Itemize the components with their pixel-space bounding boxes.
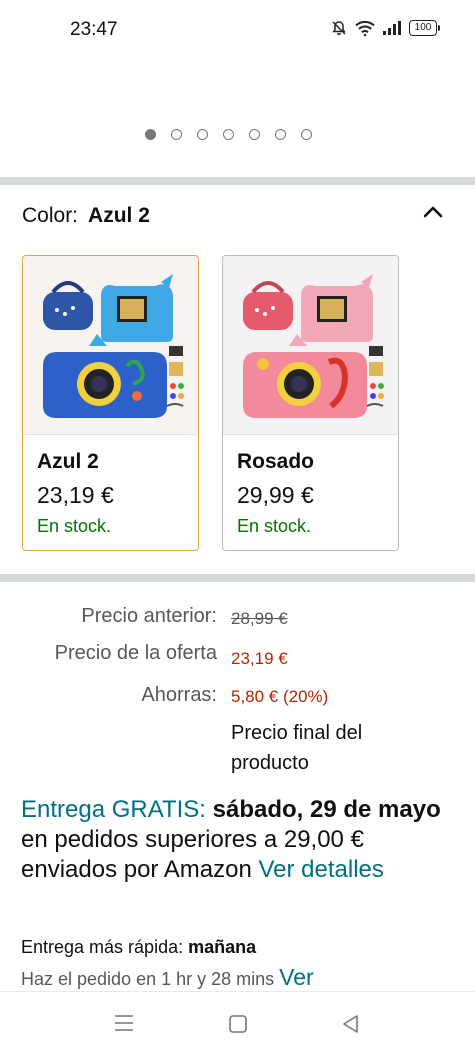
home-icon[interactable] [228, 1014, 248, 1039]
product-image-pink [223, 256, 398, 434]
order-by-text: Haz el pedido en 1 hr y 28 mins [21, 969, 275, 989]
variant-stock-status: En stock. [237, 516, 312, 536]
fast-delivery-value: mañana [188, 937, 257, 957]
color-selected-value: Azul 2 [88, 204, 150, 227]
offer-price-label: Precio de la oferta [54, 642, 217, 664]
delivery-date: sábado, 29 de mayo [212, 796, 441, 823]
section-divider [0, 177, 475, 185]
menu-icon[interactable] [114, 1014, 134, 1037]
final-price-note: Precio final del producto [231, 722, 363, 774]
carousel-dot[interactable] [249, 129, 260, 140]
back-icon[interactable] [341, 1014, 361, 1039]
variant-price: 23,19 € [37, 482, 114, 508]
order-by-message: Haz el pedido en 1 hr y 28 mins Ver [21, 964, 314, 991]
previous-price-value: 28,99 € [231, 609, 288, 628]
savings-label: Ahorras: [141, 684, 217, 706]
system-navigation-bar [0, 991, 475, 1057]
signal-icon [383, 21, 401, 35]
variant-stock-status: En stock. [37, 516, 112, 536]
variant-card-rosado[interactable]: Rosado 29,99 € En stock. [222, 255, 399, 551]
product-image-blue [23, 256, 198, 434]
carousel-dot[interactable] [171, 129, 182, 140]
carousel-dot[interactable] [223, 129, 234, 140]
battery-icon: 100 [409, 20, 440, 36]
carousel-dot[interactable] [301, 129, 312, 140]
chevron-up-icon[interactable] [421, 200, 445, 224]
carousel-dot[interactable] [197, 129, 208, 140]
status-bar: 23:47 100 [0, 0, 475, 60]
color-label: Color: [22, 204, 79, 227]
image-carousel-dots [145, 129, 312, 140]
carousel-dot[interactable] [275, 129, 286, 140]
fast-delivery-label: Entrega más rápida: [21, 937, 184, 957]
variant-name: Rosado [237, 450, 315, 473]
delivery-details-link[interactable]: Ver detalles [258, 856, 383, 883]
section-divider [0, 574, 475, 582]
previous-price-label: Precio anterior: [81, 605, 217, 627]
status-time: 23:47 [70, 19, 118, 40]
offer-price-value: 23,19 € [231, 649, 288, 668]
free-delivery-label: Entrega GRATIS: [21, 796, 206, 823]
delivery-message: Entrega GRATIS: sábado, 29 de mayo en pe… [21, 795, 451, 885]
fast-delivery: Entrega más rápida: mañana [21, 937, 256, 958]
order-by-link[interactable]: Ver [279, 964, 314, 990]
color-selector-header: Color: Azul 2 [22, 204, 150, 228]
variant-card-azul[interactable]: Azul 2 23,19 € En stock. [22, 255, 199, 551]
status-icons: 100 [331, 20, 440, 36]
variant-name: Azul 2 [37, 450, 99, 473]
savings-value: 5,80 € (20%) [231, 687, 329, 706]
variant-price: 29,99 € [237, 482, 314, 508]
bell-muted-icon [331, 20, 347, 36]
wifi-icon [355, 20, 375, 36]
carousel-dot[interactable] [145, 129, 156, 140]
